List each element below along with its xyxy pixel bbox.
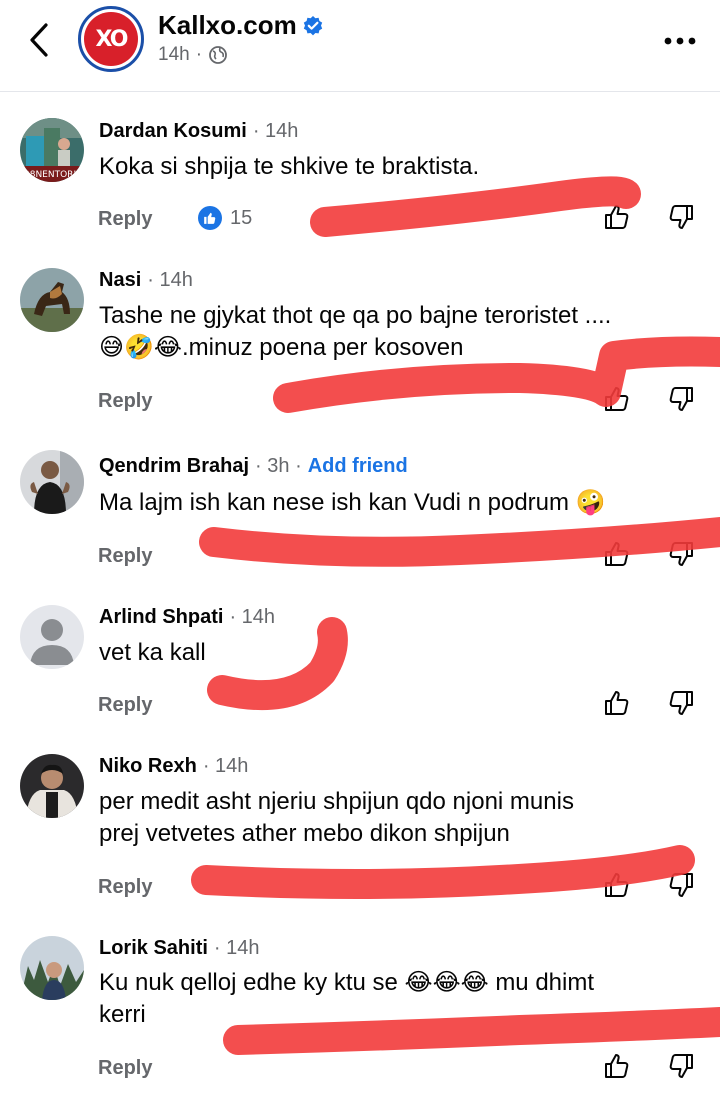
comment-line: kerri bbox=[99, 1001, 146, 1028]
thumbs-up-icon[interactable] bbox=[602, 539, 632, 569]
comment-line: Tashe ne gjykat thot qe qa po bajne tero… bbox=[99, 302, 612, 329]
comment-header: Nasi · 14h bbox=[99, 269, 193, 292]
chevron-left-icon bbox=[30, 23, 48, 57]
avatar[interactable] bbox=[20, 936, 84, 1000]
comment-actions: Reply bbox=[98, 1054, 698, 1087]
reaction-count[interactable]: 15 bbox=[198, 206, 252, 230]
comment-header: Niko Rexh · 14h bbox=[99, 755, 249, 778]
globe-icon bbox=[209, 46, 227, 64]
thumbs-up-icon[interactable] bbox=[602, 384, 632, 414]
comment-time: 14h bbox=[265, 120, 299, 142]
reply-button[interactable]: Reply bbox=[98, 1057, 152, 1080]
page-logo-text: XO bbox=[95, 26, 129, 52]
page-name[interactable]: Kallxo.com bbox=[158, 10, 297, 41]
thumbs-down-icon[interactable] bbox=[666, 688, 696, 718]
comment-time: 14h bbox=[241, 606, 276, 628]
comment-actions: Reply bbox=[98, 387, 698, 420]
comment-header: Dardan Kosumi · 14h bbox=[99, 120, 299, 143]
avatar[interactable] bbox=[20, 605, 84, 669]
commenter-name[interactable]: Lorik Sahiti bbox=[99, 937, 208, 960]
post-time: 14h bbox=[158, 44, 190, 65]
comment-time: 14h bbox=[226, 937, 260, 959]
thumbs-up-icon[interactable] bbox=[602, 202, 632, 232]
comment-text: Ku nuk qelloj edhe ky ktu se 😂😂😂 mu dhim… bbox=[99, 967, 594, 1031]
red-stroke bbox=[207, 617, 348, 711]
comment-line: per medit asht njeriu shpijun qdo njoni … bbox=[99, 788, 574, 815]
comment-text: per medit asht njeriu shpijun qdo njoni … bbox=[99, 786, 574, 850]
reply-button[interactable]: Reply bbox=[98, 390, 152, 413]
comment-line: vet ka kall bbox=[99, 639, 206, 666]
comment-time: 14h bbox=[159, 269, 193, 291]
comment-actions: Reply bbox=[98, 542, 698, 575]
comment-text: Ma lajm ish kan nese ish kan Vudi n podr… bbox=[99, 487, 606, 519]
comment-text: Koka si shpija te shkive te braktista. bbox=[99, 151, 479, 183]
back-button[interactable] bbox=[22, 20, 56, 60]
avatar[interactable]: 28NENTORI bbox=[20, 118, 84, 182]
comment-line: Ma lajm ish kan nese ish kan Vudi n podr… bbox=[99, 489, 606, 516]
comment-time: 3h bbox=[267, 455, 290, 477]
like-count: 15 bbox=[230, 206, 253, 229]
reply-button[interactable]: Reply bbox=[98, 876, 152, 899]
more-dots-icon bbox=[664, 37, 696, 45]
page-avatar[interactable]: XO bbox=[78, 6, 144, 72]
comment-header: Qendrim Brahaj · 3h · Add friend bbox=[99, 455, 408, 478]
avatar-caption: 28NENTORI bbox=[24, 170, 76, 180]
more-options-button[interactable] bbox=[660, 26, 700, 56]
reply-button[interactable]: Reply bbox=[98, 545, 152, 568]
reply-button[interactable]: Reply bbox=[98, 208, 152, 231]
like-badge-icon bbox=[198, 206, 222, 230]
meta-separator: · bbox=[195, 44, 203, 65]
commenter-name[interactable]: Arlind Shpati bbox=[99, 606, 223, 629]
commenter-name[interactable]: Qendrim Brahaj bbox=[99, 455, 249, 478]
comment-line: Koka si shpija te shkive te braktista. bbox=[99, 153, 480, 180]
thumbs-down-icon[interactable] bbox=[666, 384, 696, 414]
comment-line: Ku nuk qelloj edhe ky ktu se 😂😂😂 mu dhim… bbox=[99, 969, 595, 996]
thumbs-up-icon[interactable] bbox=[602, 1051, 632, 1081]
comment-actions: Reply bbox=[98, 873, 698, 906]
thumbs-down-icon[interactable] bbox=[666, 539, 696, 569]
comment-time: 14h bbox=[215, 755, 249, 777]
commenter-name[interactable]: Nasi bbox=[99, 269, 141, 292]
thumbs-down-icon[interactable] bbox=[666, 1051, 696, 1081]
comment-header: Lorik Sahiti · 14h bbox=[99, 937, 260, 960]
comment-actions: Reply bbox=[98, 691, 698, 724]
post-header: XO Kallxo.com 14h · bbox=[0, 0, 720, 92]
comment-line: prej vetvetes ather mebo dikon shpijun bbox=[99, 820, 510, 847]
comment-header: Arlind Shpati · 14h bbox=[99, 606, 276, 629]
comment-actions: Reply 15 bbox=[98, 205, 698, 238]
avatar[interactable] bbox=[20, 450, 84, 514]
avatar[interactable] bbox=[20, 754, 84, 818]
thumbs-up-icon[interactable] bbox=[602, 870, 632, 900]
reply-button[interactable]: Reply bbox=[98, 694, 152, 717]
add-friend-link[interactable]: Add friend bbox=[308, 455, 408, 478]
thumbs-down-icon[interactable] bbox=[666, 870, 696, 900]
verified-badge-icon bbox=[303, 16, 323, 36]
thumbs-down-icon[interactable] bbox=[666, 202, 696, 232]
commenter-name[interactable]: Niko Rexh bbox=[99, 755, 197, 778]
comment-line: 😅🤣😂.minuz poena per kosoven bbox=[99, 334, 464, 361]
comment-text: Tashe ne gjykat thot qe qa po bajne tero… bbox=[99, 300, 611, 364]
avatar[interactable] bbox=[20, 268, 84, 332]
comment-text: vet ka kall bbox=[99, 637, 206, 669]
thumbs-up-icon[interactable] bbox=[602, 688, 632, 718]
commenter-name[interactable]: Dardan Kosumi bbox=[99, 120, 247, 143]
post-meta: 14h · bbox=[158, 44, 228, 66]
